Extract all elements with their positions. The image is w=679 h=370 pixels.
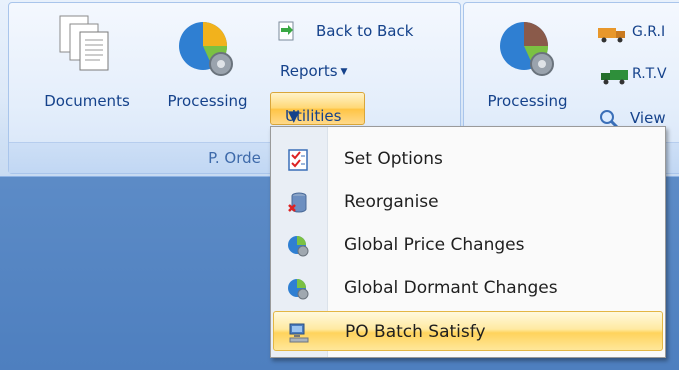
globe-gear-icon: [288, 236, 309, 257]
menu-item-label: Set Options: [344, 149, 443, 169]
reports-label: Reports: [280, 62, 338, 80]
menu-item-set-options[interactable]: Set Options: [273, 139, 663, 179]
truck-icon: [601, 70, 628, 85]
back-to-back-icon: [278, 21, 294, 41]
processing-button-2[interactable]: Processing: [470, 6, 585, 116]
view-label: View: [630, 109, 666, 127]
rtv-label: R.T.V: [632, 66, 667, 82]
documents-icon: [59, 15, 109, 71]
processing-label-2: Processing: [487, 92, 568, 110]
checklist-icon: [288, 149, 308, 171]
menu-item-label: Global Price Changes: [344, 235, 525, 255]
computer-icon: [289, 323, 309, 343]
truck-icon: [598, 28, 625, 43]
menu-item-global-price-changes[interactable]: Global Price Changes: [273, 225, 663, 265]
menu-item-reorganise[interactable]: Reorganise: [273, 182, 663, 222]
menu-item-label: PO Batch Satisfy: [345, 322, 486, 342]
chevron-down-icon: ▼: [340, 67, 348, 77]
reports-dropdown[interactable]: Reports ▼: [280, 62, 347, 80]
processing-label: Processing: [167, 92, 248, 110]
menu-item-label: Reorganise: [344, 192, 439, 212]
grn-label: G.R.I: [632, 24, 666, 40]
documents-label: Documents: [44, 92, 130, 110]
globe-gear-icon: [288, 279, 309, 300]
menu-item-global-dormant-changes[interactable]: Global Dormant Changes: [273, 268, 663, 308]
documents-button[interactable]: Documents: [22, 6, 152, 116]
menu-item-po-batch-satisfy[interactable]: PO Batch Satisfy: [273, 311, 663, 351]
utilities-dropdown[interactable]: Utilities ▼: [270, 92, 365, 125]
processing-button[interactable]: Processing: [150, 6, 265, 116]
utilities-menu: Set Options Reorganise Global Price Chan…: [270, 126, 666, 358]
database-icon: [288, 192, 307, 213]
menu-item-label: Global Dormant Changes: [344, 278, 558, 298]
back-to-back-label: Back to Back: [316, 22, 414, 40]
chevron-down-icon: ▼: [288, 107, 300, 125]
pie-chart-gear-icon: [179, 22, 233, 76]
pie-chart-gear-icon: [500, 22, 554, 76]
